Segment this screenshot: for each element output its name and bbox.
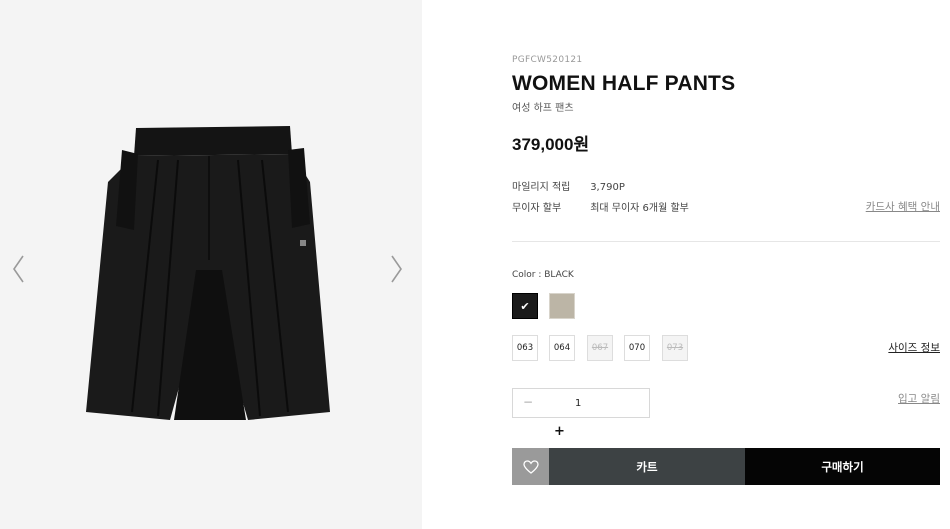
product-image [86, 126, 330, 420]
size-option-067: 067 [587, 335, 613, 361]
installment-label: 무이자 할부 [512, 203, 562, 214]
size-info-link[interactable]: 사이즈 정보 [888, 340, 940, 355]
add-to-cart-button[interactable]: 카트 [549, 448, 745, 485]
card-benefit-link[interactable]: 카드사 혜택 안내 [866, 199, 940, 214]
wishlist-button[interactable] [512, 448, 549, 485]
product-title: WOMEN HALF PANTS [512, 72, 736, 95]
product-gallery [0, 0, 422, 529]
chevron-left-icon [13, 255, 24, 283]
heart-icon [522, 459, 539, 474]
size-option-064[interactable]: 064 [549, 335, 575, 361]
color-label: Color : BLACK [512, 270, 574, 280]
restock-alert-link[interactable]: 입고 알림 [898, 391, 940, 406]
divider [512, 241, 940, 242]
check-icon: ✔ [520, 299, 530, 313]
quantity-stepper: − 1 [512, 388, 650, 418]
product-price: 379,000원 [512, 135, 590, 154]
quantity-decrease-button[interactable]: − [523, 395, 533, 409]
quantity-increase-button[interactable]: + [554, 424, 565, 439]
product-subtitle: 여성 하프 팬츠 [512, 103, 574, 114]
product-code: PGFCW520121 [512, 55, 583, 65]
size-option-073: 073 [662, 335, 688, 361]
mileage-value: 3,790P [590, 182, 625, 193]
quantity-input[interactable]: 1 [575, 398, 581, 409]
next-image-arrow[interactable] [386, 252, 406, 286]
buy-now-button[interactable]: 구매하기 [745, 448, 940, 485]
color-swatch-black[interactable]: ✔ [512, 293, 538, 319]
color-swatch-beige[interactable] [549, 293, 575, 319]
prev-image-arrow[interactable] [9, 252, 29, 286]
size-option-063[interactable]: 063 [512, 335, 538, 361]
mileage-label: 마일리지 적립 [512, 182, 571, 193]
installment-value: 최대 무이자 6개월 할부 [590, 203, 689, 214]
size-option-070[interactable]: 070 [624, 335, 650, 361]
mileage-row: 마일리지 적립 3,790P [512, 178, 625, 193]
product-info-panel: PGFCW520121 WOMEN HALF PANTS 여성 하프 팬츠 37… [512, 0, 940, 529]
chevron-right-icon [391, 255, 402, 283]
installment-row: 무이자 할부 최대 무이자 6개월 할부 [512, 199, 689, 214]
